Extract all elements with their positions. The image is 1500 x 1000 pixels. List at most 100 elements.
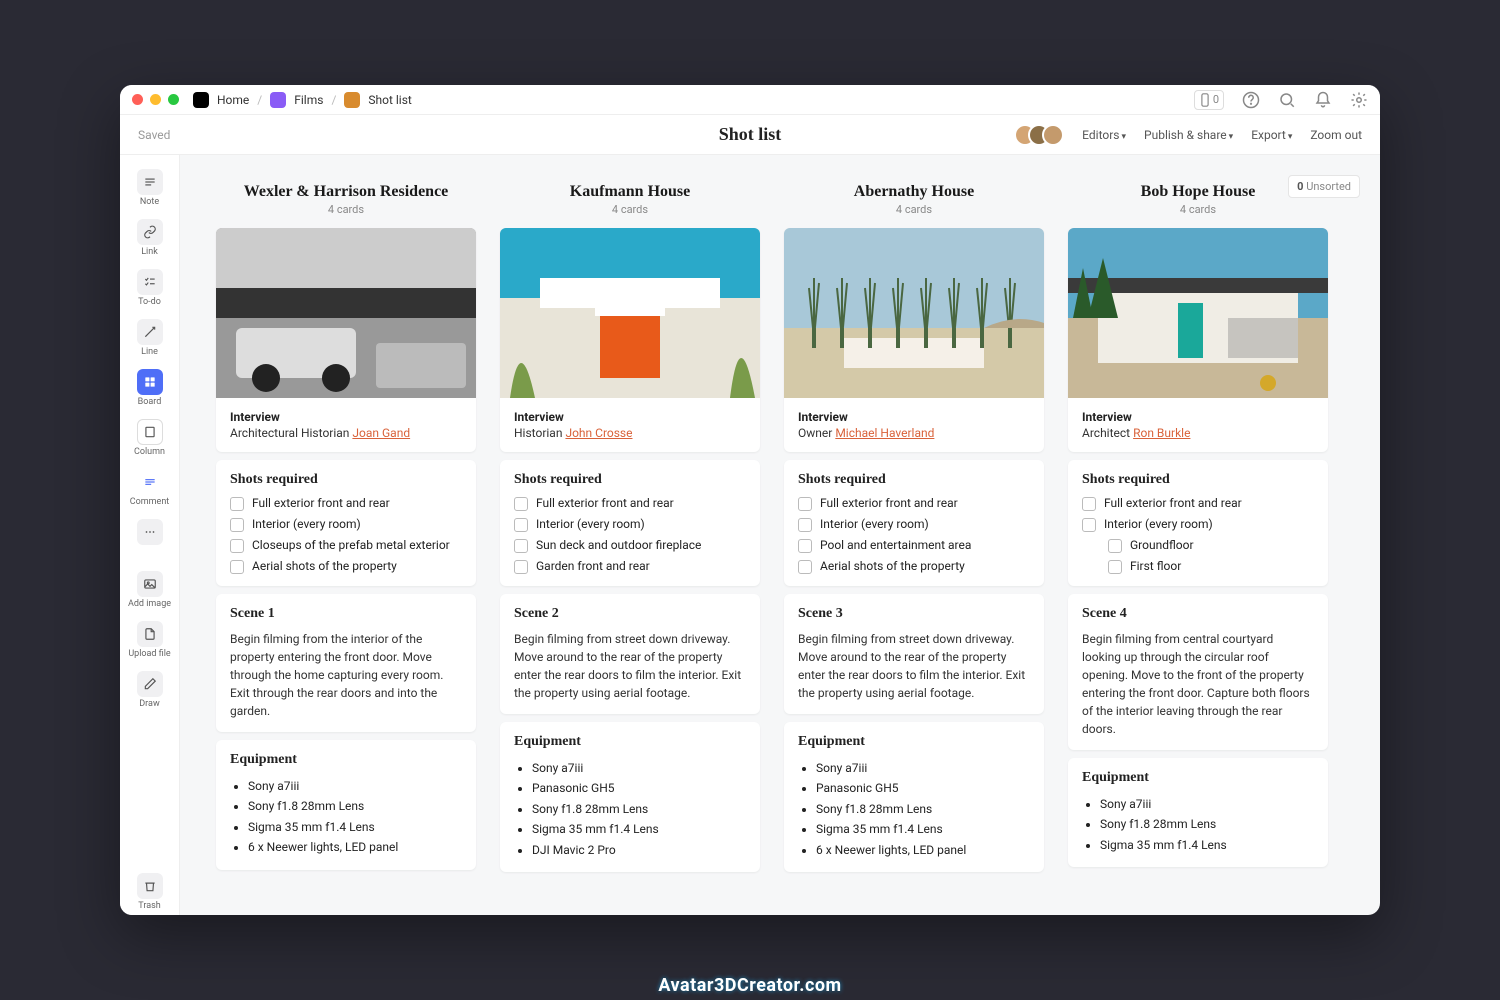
sidebar-comment[interactable]: Comment (128, 465, 172, 511)
checkbox[interactable] (798, 497, 812, 511)
equipment-card[interactable]: Equipment Sony a7iiiSony f1.8 28mm LensS… (216, 740, 476, 870)
sidebar-more[interactable] (128, 515, 172, 549)
crumb-shot[interactable]: Shot list (368, 93, 411, 107)
interviewee-link[interactable]: Ron Burkle (1133, 426, 1190, 440)
checkbox[interactable] (230, 539, 244, 553)
scene-card[interactable]: Scene 3 Begin filming from street down d… (784, 594, 1044, 714)
canvas[interactable]: 0 Unsorted Wexler & Harrison Residence 4… (180, 155, 1380, 915)
column-header[interactable]: Wexler & Harrison Residence 4 cards (216, 177, 476, 220)
column-header[interactable]: Kaufmann House 4 cards (500, 177, 760, 220)
interviewee-link[interactable]: Michael Haverland (835, 426, 934, 440)
image-card[interactable]: Interview Historian John Crosse (500, 228, 760, 452)
checkbox[interactable] (798, 560, 812, 574)
file-icon (137, 621, 163, 647)
window-controls (132, 94, 179, 105)
saved-label: Saved (138, 128, 170, 142)
unsorted-badge[interactable]: 0 Unsorted (1288, 175, 1360, 198)
zoom-out-button[interactable]: Zoom out (1310, 128, 1362, 142)
equipment-card[interactable]: Equipment Sony a7iiiPanasonic GH5Sony f1… (500, 722, 760, 872)
column-title: Kaufmann House (500, 183, 760, 201)
checkbox[interactable] (230, 560, 244, 574)
sidebar-note[interactable]: Note (128, 165, 172, 211)
sidebar-upload[interactable]: Upload file (128, 617, 172, 663)
equipment-item: Sony a7iii (248, 776, 462, 796)
trash-icon (137, 873, 163, 899)
checkbox[interactable] (514, 497, 528, 511)
equipment-card[interactable]: Equipment Sony a7iiiPanasonic GH5Sony f1… (784, 722, 1044, 872)
editors-menu[interactable]: Editors▾ (1082, 128, 1126, 142)
shots-card[interactable]: Shots required Full exterior front and r… (1068, 460, 1328, 586)
interviewee-link[interactable]: Joan Gand (352, 426, 410, 440)
avatar (1042, 124, 1064, 146)
interview-lead: Interview (230, 410, 462, 424)
minimize-icon[interactable] (150, 94, 161, 105)
interviewee-link[interactable]: John Crosse (565, 426, 632, 440)
equipment-card[interactable]: Equipment Sony a7iiiSony f1.8 28mm LensS… (1068, 758, 1328, 867)
help-icon[interactable] (1242, 91, 1260, 109)
shotlist-icon[interactable] (344, 92, 360, 108)
sidebar-todo[interactable]: To-do (128, 265, 172, 311)
equipment-item: Sony a7iii (816, 758, 1030, 778)
checkbox[interactable] (514, 518, 528, 532)
column-header[interactable]: Abernathy House 4 cards (784, 177, 1044, 220)
checkbox[interactable] (1082, 497, 1096, 511)
crumb-films[interactable]: Films (294, 93, 323, 107)
export-menu[interactable]: Export▾ (1251, 128, 1292, 142)
image-card[interactable]: Interview Architectural Historian Joan G… (216, 228, 476, 452)
sidebar-draw[interactable]: Draw (128, 667, 172, 713)
link-icon (137, 219, 163, 245)
device-badge[interactable]: 0 (1194, 90, 1224, 110)
bell-icon[interactable] (1314, 91, 1332, 109)
checkbox[interactable] (1108, 539, 1122, 553)
image-card[interactable]: Interview Owner Michael Haverland (784, 228, 1044, 452)
todo-icon (137, 269, 163, 295)
shot-row: Pool and entertainment area (798, 538, 1030, 553)
sidebar-trash[interactable]: Trash (128, 869, 172, 915)
home-icon[interactable] (193, 92, 209, 108)
checkbox[interactable] (798, 539, 812, 553)
shots-title: Shots required (230, 472, 462, 488)
maximize-icon[interactable] (168, 94, 179, 105)
board-icon (137, 369, 163, 395)
sidebar-link[interactable]: Link (128, 215, 172, 261)
column-image (216, 228, 476, 398)
search-icon[interactable] (1278, 91, 1296, 109)
films-icon[interactable] (270, 92, 286, 108)
checkbox[interactable] (1108, 560, 1122, 574)
checkbox[interactable] (514, 560, 528, 574)
checkbox[interactable] (230, 518, 244, 532)
scene-card[interactable]: Scene 2 Begin filming from street down d… (500, 594, 760, 714)
equipment-item: DJI Mavic 2 Pro (532, 840, 746, 860)
shots-card[interactable]: Shots required Full exterior front and r… (216, 460, 476, 586)
close-icon[interactable] (132, 94, 143, 105)
page-title: Shot list (719, 124, 782, 145)
shots-card[interactable]: Shots required Full exterior front and r… (500, 460, 760, 586)
sidebar-board[interactable]: Board (128, 365, 172, 411)
scene-title: Scene 2 (514, 606, 746, 622)
sidebar-line[interactable]: Line (128, 315, 172, 361)
line-icon (137, 319, 163, 345)
publish-menu[interactable]: Publish & share▾ (1144, 128, 1233, 142)
sidebar-add-image[interactable]: Add image (128, 567, 172, 613)
shots-card[interactable]: Shots required Full exterior front and r… (784, 460, 1044, 586)
scene-text: Begin filming from street down driveway.… (798, 630, 1030, 702)
column-title: Abernathy House (784, 183, 1044, 201)
sidebar-column[interactable]: Column (128, 415, 172, 461)
scene-card[interactable]: Scene 4 Begin filming from central court… (1068, 594, 1328, 750)
column-sub: 4 cards (216, 203, 476, 216)
board-column: Wexler & Harrison Residence 4 cards Inte… (216, 177, 476, 870)
image-card[interactable]: Interview Architect Ron Burkle (1068, 228, 1328, 452)
equipment-item: Sony f1.8 28mm Lens (248, 796, 462, 816)
checkbox[interactable] (514, 539, 528, 553)
breadcrumb: Home / Films / Shot list (193, 92, 412, 108)
checkbox[interactable] (1082, 518, 1096, 532)
checkbox[interactable] (230, 497, 244, 511)
checkbox[interactable] (798, 518, 812, 532)
crumb-home[interactable]: Home (217, 93, 249, 107)
interview-lead: Interview (514, 410, 746, 424)
shot-row: Full exterior front and rear (798, 496, 1030, 511)
gear-icon[interactable] (1350, 91, 1368, 109)
scene-card[interactable]: Scene 1 Begin filming from the interior … (216, 594, 476, 732)
equipment-title: Equipment (230, 752, 462, 768)
avatars[interactable] (1022, 124, 1064, 146)
